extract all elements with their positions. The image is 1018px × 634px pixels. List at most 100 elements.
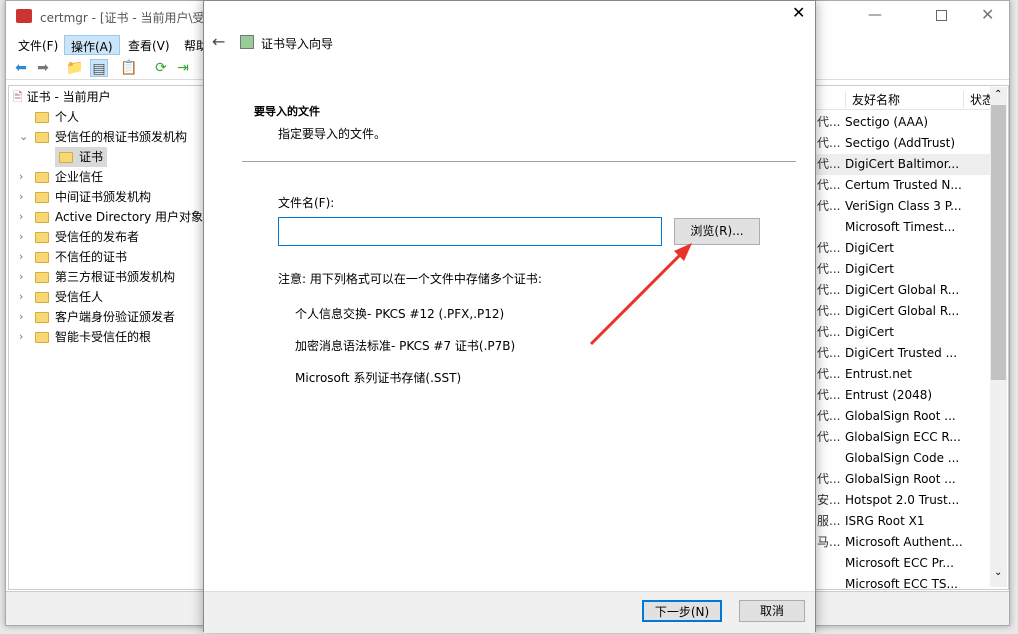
tree-item[interactable]: › 客户端身份验证颁发者	[9, 307, 205, 327]
refresh-icon[interactable]: ⟳	[152, 59, 170, 77]
tree-item-content: 第三方根证书颁发机构	[35, 267, 175, 287]
tree-item[interactable]: › 智能卡受信任的根	[9, 327, 205, 347]
up-folder-icon[interactable]: 📁	[66, 59, 84, 77]
row-friendly-name: DigiCert Global R...	[845, 283, 960, 297]
tree-item-label: 受信任的发布者	[55, 230, 140, 244]
list-row[interactable]: 代... Certum Trusted N...	[815, 175, 993, 196]
folder-icon	[35, 232, 49, 243]
list-row[interactable]: 代... DigiCert Global R...	[815, 280, 993, 301]
tree-item[interactable]: ⌄ 受信任的根证书颁发机构	[9, 127, 205, 147]
window-title: certmgr - [证书 - 当前用户\受	[40, 11, 205, 25]
list-row[interactable]: Microsoft Timest...	[815, 217, 993, 238]
expander-icon[interactable]: ›	[19, 207, 23, 227]
close-button[interactable]: ✕	[981, 5, 994, 24]
tree-item-label: 受信任人	[55, 290, 104, 304]
list-row[interactable]: Microsoft ECC Pr...	[815, 553, 993, 574]
expander-icon[interactable]: ›	[19, 247, 23, 267]
certificate-list: 友好名称 状态 代... Sectigo (AAA) 代... Sectigo (Ad…	[814, 85, 1009, 591]
row-purpose: 代...	[817, 346, 841, 360]
row-friendly-name: Certum Trusted N...	[845, 178, 962, 192]
row-purpose: 服...	[817, 514, 841, 528]
expander-icon[interactable]: ›	[19, 267, 23, 287]
scroll-up-arrow[interactable]: ⌃	[994, 89, 1002, 100]
tree-item-content: 企业信任	[35, 167, 103, 187]
tree-item[interactable]: › 企业信任	[9, 167, 205, 187]
forward-icon[interactable]: ➡	[34, 59, 52, 77]
red-arrow-annotation	[589, 243, 692, 346]
maximize-button[interactable]	[936, 10, 947, 21]
tree-item[interactable]: › 不信任的证书	[9, 247, 205, 267]
list-row[interactable]: 服... ISRG Root X1	[815, 511, 993, 532]
menu-action[interactable]: 操作(A)	[64, 35, 120, 55]
tree-item[interactable]: › 中间证书颁发机构	[9, 187, 205, 207]
expander-icon[interactable]: ›	[19, 167, 23, 187]
tree-item[interactable]: › 受信任人	[9, 287, 205, 307]
list-row[interactable]: 代... DigiCert Global R...	[815, 301, 993, 322]
expander-icon[interactable]: ›	[19, 227, 23, 247]
row-friendly-name: ISRG Root X1	[845, 514, 925, 528]
tree-item[interactable]: 证书	[9, 147, 205, 167]
row-friendly-name: Entrust.net	[845, 367, 912, 381]
certificate-import-wizard: ✕ ← 证书导入向导 要导入的文件 指定要导入的文件。 文件名(F): 浏览(R…	[203, 0, 816, 633]
expander-icon[interactable]: ›	[19, 327, 23, 347]
column-friendly-name[interactable]: 友好名称	[845, 91, 900, 108]
list-row[interactable]: 代... GlobalSign Root ...	[815, 406, 993, 427]
list-row[interactable]: 代... Sectigo (AAA)	[815, 112, 993, 133]
tree-item-content: 受信任的发布者	[35, 227, 139, 247]
scroll-thumb[interactable]	[991, 105, 1006, 380]
list-row[interactable]: 安... Hotspot 2.0 Trust...	[815, 490, 993, 511]
tree-item-content: 不信任的证书	[35, 247, 127, 267]
tree-root-label: 证书 - 当前用户	[26, 90, 111, 104]
tree-item-label: 受信任的根证书颁发机构	[55, 130, 188, 144]
cancel-button[interactable]: 取消	[739, 600, 805, 622]
row-purpose: 代...	[817, 367, 841, 381]
list-row[interactable]: 代... DigiCert	[815, 238, 993, 259]
list-row[interactable]: 代... Entrust.net	[815, 364, 993, 385]
arrow-shaft	[589, 251, 684, 346]
expander-icon[interactable]: ⌄	[19, 127, 28, 147]
list-row[interactable]: 代... DigiCert	[815, 259, 993, 280]
row-friendly-name: Entrust (2048)	[845, 388, 933, 402]
show-tree-icon[interactable]: ▤	[90, 59, 108, 77]
expander-icon[interactable]: ›	[19, 287, 23, 307]
expander-icon[interactable]: ›	[19, 307, 23, 327]
list-row[interactable]: 代... Entrust (2048)	[815, 385, 993, 406]
tree-item[interactable]: › 受信任的发布者	[9, 227, 205, 247]
folder-icon	[35, 112, 49, 123]
tree-item[interactable]: › 第三方根证书颁发机构	[9, 267, 205, 287]
list-row[interactable]: 代... VeriSign Class 3 P...	[815, 196, 993, 217]
list-row[interactable]: 代... DigiCert Trusted ...	[815, 343, 993, 364]
expander-icon[interactable]: ›	[19, 187, 23, 207]
list-row[interactable]: GlobalSign Code ...	[815, 448, 993, 469]
menu-file[interactable]: 文件(F)	[12, 35, 64, 55]
minimize-button[interactable]: —	[868, 7, 882, 23]
row-purpose: 代...	[817, 388, 841, 402]
row-purpose: 代...	[817, 430, 841, 444]
row-friendly-name: GlobalSign Root ...	[845, 472, 956, 486]
tree-root[interactable]: 🖹 证书 - 当前用户	[13, 87, 111, 107]
folder-icon	[35, 272, 49, 283]
clipboard-icon[interactable]: 📋	[120, 59, 138, 77]
list-row[interactable]: 代... DigiCert Baltimor...	[815, 154, 993, 175]
tree-item[interactable]: 个人	[9, 107, 205, 127]
folder-icon	[35, 132, 49, 143]
tree-item-content: 受信任人	[35, 287, 103, 307]
next-button[interactable]: 下一步(N)	[642, 600, 722, 622]
list-row[interactable]: 代... Sectigo (AddTrust)	[815, 133, 993, 154]
scroll-down-arrow[interactable]: ⌄	[994, 567, 1002, 578]
row-purpose: 安...	[817, 493, 841, 507]
tree-item-content: 受信任的根证书颁发机构	[35, 127, 187, 147]
row-purpose: 代...	[817, 199, 841, 213]
tree-item[interactable]: › Active Directory 用户对象	[9, 207, 205, 227]
vertical-scrollbar[interactable]: ⌃ ⌄	[990, 87, 1007, 587]
back-icon[interactable]: ⬅	[12, 59, 30, 77]
list-row[interactable]: 代... GlobalSign ECC R...	[815, 427, 993, 448]
menu-view[interactable]: 查看(V)	[122, 35, 176, 55]
list-row[interactable]: 马... Microsoft Authent...	[815, 532, 993, 553]
list-row[interactable]: 代... GlobalSign Root ...	[815, 469, 993, 490]
list-row[interactable]: 代... DigiCert	[815, 322, 993, 343]
export-icon[interactable]: ⇥	[174, 59, 192, 77]
row-purpose: 代...	[817, 409, 841, 423]
certmgr-app-icon	[16, 9, 32, 23]
list-header: 友好名称 状态	[815, 86, 995, 110]
